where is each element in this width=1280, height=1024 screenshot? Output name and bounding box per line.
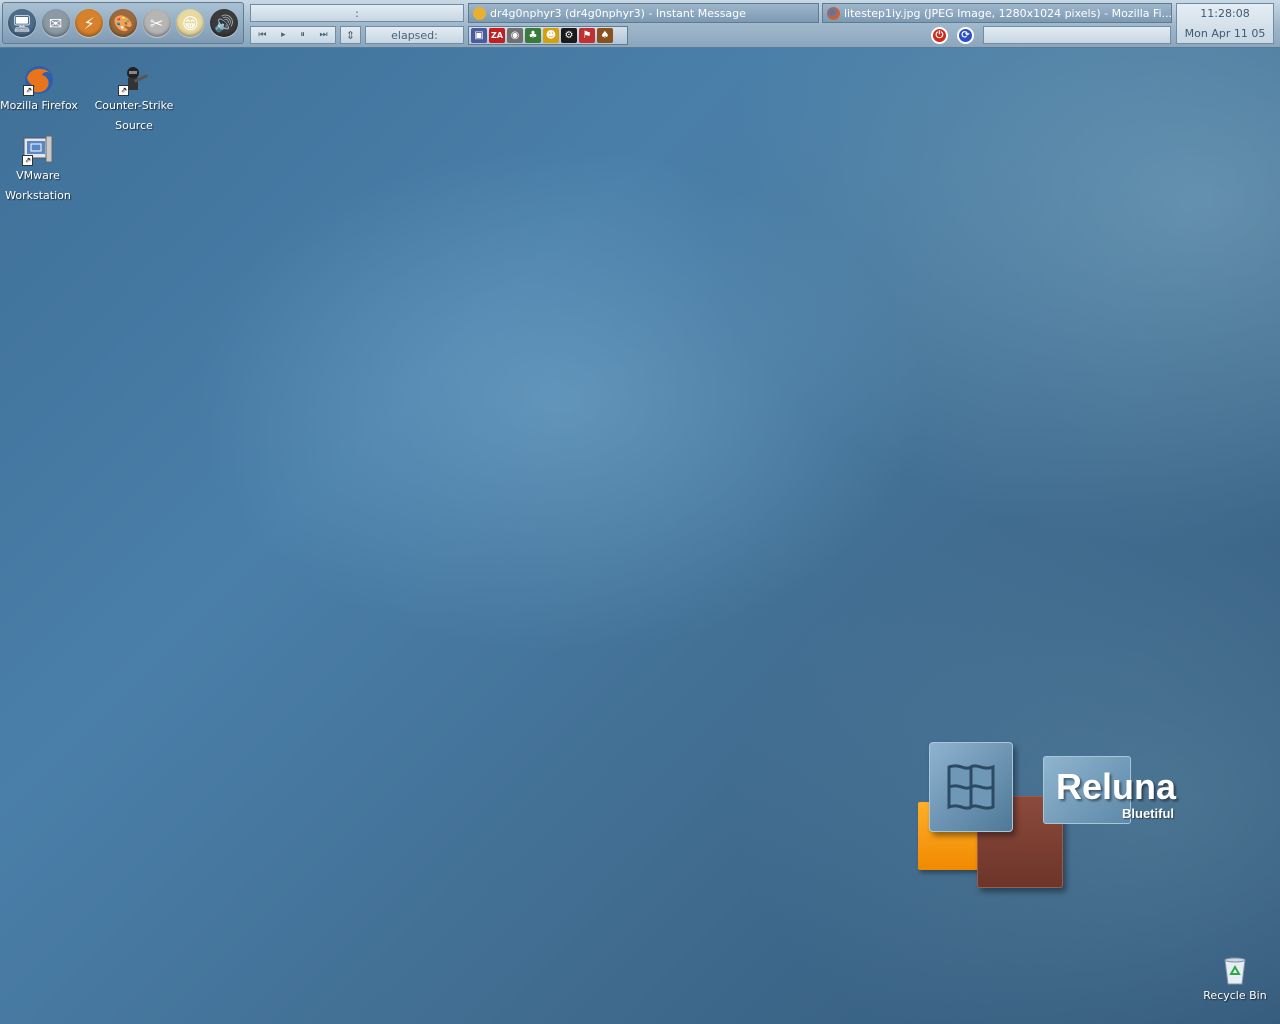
task-firefox-image[interactable]: litestep1iy.jpg (JPEG Image, 1280x1024 p… <box>822 3 1172 23</box>
network-tray-icon[interactable]: ♣ <box>525 28 541 43</box>
desktop-icon-vmware[interactable]: ↗ VMware Workstation <box>0 134 81 206</box>
refresh-button[interactable]: ⟳ <box>957 27 974 44</box>
recycle-bin-icon <box>1219 954 1251 986</box>
winamp-icon[interactable]: ⚡ <box>75 9 104 37</box>
shortcut-arrow-icon: ↗ <box>23 85 34 96</box>
logo-title: Reluna <box>1056 766 1177 807</box>
system-tray: ▣ ZA ◉ ♣ ☻ ⚙ ⚑ ♠ <box>468 26 628 45</box>
my-computer-icon[interactable]: 🖥 <box>7 9 36 37</box>
refresh-icon: ⟳ <box>961 30 970 41</box>
steam-tray-icon[interactable]: ⚙ <box>561 28 577 43</box>
elapsed-label: elapsed: <box>391 28 438 42</box>
desktop-icon-label: Counter-Strike Source <box>94 99 174 132</box>
desktop-icon-firefox[interactable]: ↗ Mozilla Firefox <box>0 64 82 116</box>
messenger-tray-icon[interactable]: ☻ <box>543 28 559 43</box>
disc-tray-icon[interactable]: ◉ <box>507 28 523 43</box>
runner-tray-icon[interactable]: ⚑ <box>579 28 595 43</box>
vmware-tray-icon[interactable]: ▣ <box>471 28 487 43</box>
power-button[interactable]: ⏻ <box>931 27 948 44</box>
windows-flag-icon <box>929 742 1013 832</box>
vmware-icon: ↗ <box>22 134 54 166</box>
track-display: : <box>250 4 464 22</box>
task-instant-message[interactable]: dr4g0nphyr3 (dr4g0nphyr3) - Instant Mess… <box>468 3 819 23</box>
pause-icon[interactable]: ⏸ <box>300 30 305 40</box>
track-display-text: : <box>355 6 359 20</box>
firefox-icon <box>827 6 840 20</box>
power-icon: ⏻ <box>935 30 944 41</box>
quick-launch-bar: 🖥 ✉ ⚡ 🎨 ✂ 😁 🔊 <box>2 2 244 44</box>
clock[interactable]: 11:28:08 Mon Apr 11 05 <box>1176 3 1274 44</box>
desktop-icon-recycle-bin[interactable]: Recycle Bin <box>1192 954 1278 1006</box>
play-icon[interactable]: ▸ <box>281 30 286 40</box>
desktop-icon-label: Recycle Bin <box>1203 989 1267 1002</box>
messenger-icon <box>473 6 486 20</box>
stop-icon: ⇕ <box>345 28 356 42</box>
zonealarm-tray-icon[interactable]: ZA <box>489 28 505 43</box>
elapsed-display: elapsed: <box>365 26 464 44</box>
palette-icon[interactable]: 🎨 <box>108 9 137 37</box>
player-controls: ⏮ ▸ ⏸ ⏭ <box>250 26 336 44</box>
desktop-icon-counter-strike[interactable]: ↗ Counter-Strike Source <box>91 64 177 136</box>
cards-tray-icon[interactable]: ♠ <box>597 28 613 43</box>
taskbar: 🖥 ✉ ⚡ 🎨 ✂ 😁 🔊 : ⏮ ▸ ⏸ ⏭ ⇕ elapsed: dr4g0… <box>0 0 1280 48</box>
smiley-icon[interactable]: 😁 <box>176 9 205 37</box>
firefox-icon: ↗ <box>23 64 55 96</box>
shortcut-arrow-icon: ↗ <box>22 155 33 166</box>
task-label: dr4g0nphyr3 (dr4g0nphyr3) - Instant Mess… <box>490 6 746 20</box>
command-input[interactable] <box>983 26 1171 44</box>
clock-time: 11:28:08 <box>1200 7 1250 20</box>
mail-icon[interactable]: ✉ <box>41 9 70 37</box>
clock-date: Mon Apr 11 05 <box>1184 27 1266 40</box>
next-track-icon[interactable]: ⏭ <box>320 30 328 40</box>
task-label: litestep1iy.jpg (JPEG Image, 1280x1024 p… <box>844 6 1172 20</box>
desktop-icon-label: VMware Workstation <box>5 169 71 202</box>
shortcut-arrow-icon: ↗ <box>118 85 129 96</box>
tools-icon[interactable]: ✂ <box>142 9 171 37</box>
speaker-icon[interactable]: 🔊 <box>210 9 239 37</box>
previous-track-icon[interactable]: ⏮ <box>258 30 266 40</box>
logo-subtitle: Bluetiful <box>1122 806 1174 821</box>
desktop-icon-label: Mozilla Firefox <box>0 99 78 112</box>
stop-button[interactable]: ⇕ <box>340 26 361 44</box>
counter-strike-icon: ↗ <box>118 64 150 96</box>
